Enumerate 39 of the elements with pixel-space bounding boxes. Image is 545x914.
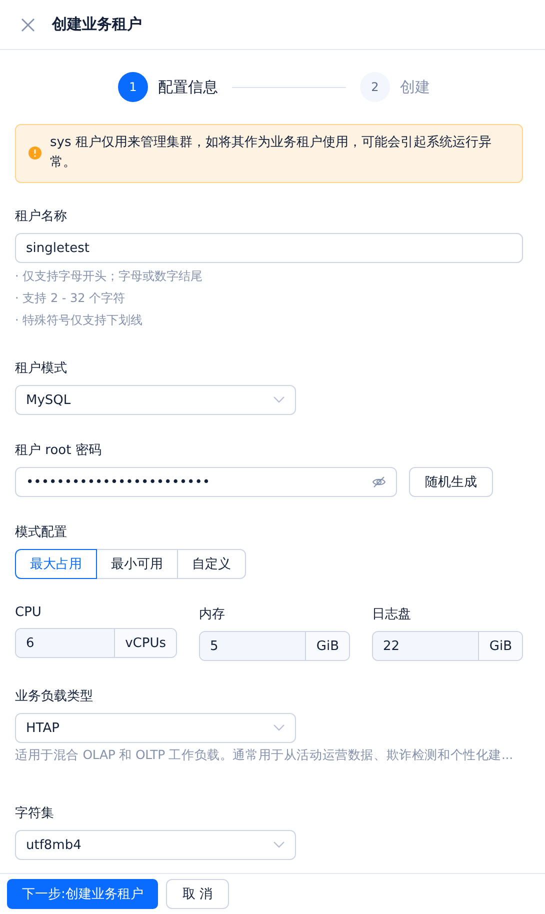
dialog-title: 创建业务租户 bbox=[52, 15, 142, 34]
hint-text: · 仅支持字母开头；字母或数字结尾 bbox=[15, 268, 204, 285]
password-field[interactable]: •••••••••••••••••••••••• bbox=[15, 467, 397, 497]
field-label: 内存 bbox=[199, 606, 226, 623]
field-label: 租户名称 bbox=[15, 208, 68, 225]
field-label: 字符集 bbox=[15, 805, 55, 822]
mode-option[interactable]: 最小可用 bbox=[96, 549, 178, 579]
field-label: CPU bbox=[15, 605, 42, 620]
field-label: 业务负载类型 bbox=[15, 688, 94, 705]
alert-text: sys 租户仅用来管理集群，如将其作为业务租户使用，可能会引起系统运行异常。 bbox=[50, 134, 492, 172]
tenant-name-field[interactable]: singletest bbox=[15, 233, 523, 263]
chevron-down-icon bbox=[273, 724, 285, 732]
chevron-down-icon bbox=[273, 396, 285, 404]
step-number: 1 bbox=[118, 72, 148, 102]
description-text: 适用于混合 OLAP 和 OLTP 工作负载。通常用于从活动运营数据、欺诈检测和个性化建... bbox=[15, 746, 514, 764]
hint-text: · 特殊符号仅支持下划线 bbox=[15, 312, 144, 329]
step-label: 配置信息 bbox=[158, 78, 218, 96]
next-button[interactable]: 下一步:创建业务租户 bbox=[7, 879, 158, 909]
select-field[interactable]: MySQL bbox=[15, 385, 296, 415]
hint-text: · 支持 2 - 32 个字符 bbox=[15, 290, 126, 307]
select-field[interactable]: HTAP bbox=[15, 713, 296, 743]
resource-field[interactable]: 5 GiB bbox=[199, 631, 350, 661]
resource-field[interactable]: 22 GiB bbox=[372, 631, 523, 661]
eye-off-icon[interactable] bbox=[372, 476, 386, 488]
step-label: 创建 bbox=[400, 78, 430, 96]
step-number: 2 bbox=[360, 72, 390, 102]
select-field[interactable]: utf8mb4 bbox=[15, 830, 296, 860]
cancel-button[interactable]: 取 消 bbox=[166, 879, 229, 909]
field-label: 租户 root 密码 bbox=[15, 442, 102, 459]
field-label: 租户模式 bbox=[15, 360, 68, 377]
warning-icon bbox=[28, 146, 42, 160]
field-label: 模式配置 bbox=[15, 524, 68, 541]
field-label: 日志盘 bbox=[372, 606, 412, 623]
resource-field[interactable]: 6 vCPUs bbox=[15, 628, 177, 658]
chevron-down-icon bbox=[273, 841, 285, 849]
generate-button[interactable]: 随机生成 bbox=[409, 467, 493, 497]
mode-option[interactable]: 最大占用 bbox=[15, 549, 97, 579]
mode-option[interactable]: 自定义 bbox=[177, 549, 246, 579]
close-button[interactable] bbox=[20, 16, 36, 32]
